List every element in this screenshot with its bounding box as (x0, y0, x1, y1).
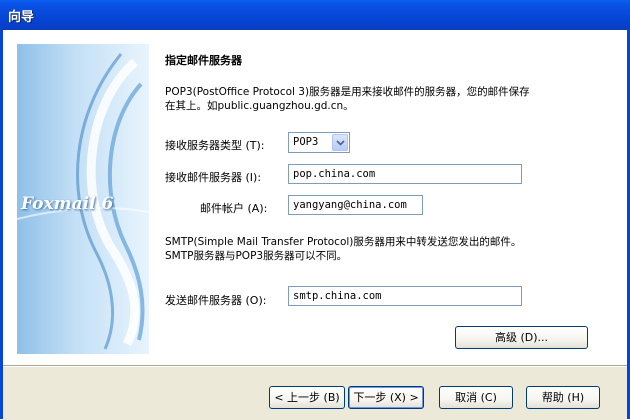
server-type-label: 接收服务器类型 (T): (165, 139, 265, 152)
account-input[interactable]: yangyang@china.com (288, 195, 423, 215)
foxmail-logo: Foxmail 6 (21, 194, 114, 214)
wizard-content: Foxmail 6 指定邮件服务器 POP3(PostOffice Protoc… (3, 30, 627, 366)
section-heading: 指定邮件服务器 (165, 54, 242, 67)
back-button[interactable]: < 上一步 (B) (269, 386, 345, 409)
cancel-button[interactable]: 取消 (C) (439, 386, 513, 409)
pop3-description: POP3(PostOffice Protocol 3)服务器是用来接收邮件的服务… (165, 85, 605, 113)
incoming-server-label: 接收邮件服务器 (I): (165, 171, 262, 184)
next-button[interactable]: 下一步 (X) > (348, 386, 424, 409)
button-bar: < 上一步 (B) 下一步 (X) > 取消 (C) 帮助 (H) (3, 366, 627, 420)
foxmail-banner: Foxmail 6 (17, 44, 149, 354)
incoming-server-input[interactable]: pop.china.com (288, 164, 522, 184)
help-button[interactable]: 帮助 (H) (526, 386, 600, 409)
chevron-down-icon (336, 140, 345, 146)
outgoing-server-label: 发送邮件服务器 (O): (165, 294, 267, 307)
pop3-description-line1: POP3(PostOffice Protocol 3)服务器是用来接收邮件的服务… (165, 86, 530, 98)
account-label: 邮件帐户 (A): (200, 202, 268, 215)
advanced-button[interactable]: 高级 (D)... (455, 326, 588, 349)
title-bar[interactable]: 向导 (0, 0, 630, 30)
smtp-description-line1: SMTP(Simple Mail Transfer Protocol)服务器用来… (165, 236, 522, 248)
pop3-description-line2: 在其上。如public.guangzhou.gd.cn。 (165, 100, 354, 112)
window-title: 向导 (8, 10, 35, 25)
smtp-description-line2: SMTP服务器与POP3服务器可以不同。 (165, 250, 348, 262)
smtp-description: SMTP(Simple Mail Transfer Protocol)服务器用来… (165, 235, 605, 263)
server-type-select[interactable]: POP3 (288, 132, 350, 153)
outgoing-server-input[interactable]: smtp.china.com (288, 286, 522, 306)
server-type-value: POP3 (293, 136, 319, 148)
dropdown-button[interactable] (332, 134, 348, 151)
